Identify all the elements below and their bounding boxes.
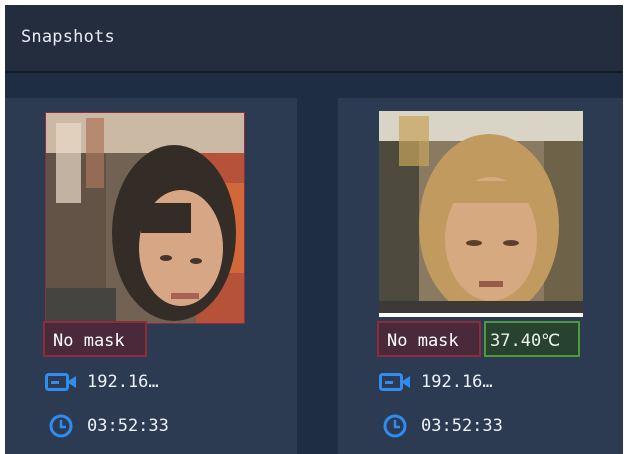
clock-icon xyxy=(45,413,77,439)
timestamp-row: 03:52:33 xyxy=(45,413,169,439)
panel-title: Snapshots xyxy=(21,27,115,47)
temperature-badge: 37.40℃ xyxy=(484,321,580,357)
snapshot-card[interactable]: No mask 192.16… 03:52:33 xyxy=(5,98,297,454)
snapshot-card[interactable]: No mask 37.40℃ 192.16… 03:52:33 xyxy=(338,98,623,454)
camera-ip-row: 192.16… xyxy=(379,369,493,395)
camera-ip-row: 192.16… xyxy=(45,369,159,395)
camera-icon xyxy=(379,369,411,395)
camera-ip: 192.16… xyxy=(421,372,493,392)
snapshot-list[interactable]: No mask 192.16… 03:52:33 No mask 37.40℃ … xyxy=(5,73,623,454)
camera-icon xyxy=(45,369,77,395)
snapshot-time: 03:52:33 xyxy=(87,416,169,436)
panel-header: Snapshots xyxy=(5,5,623,73)
snapshots-panel: Snapshots No mask 192.16… 03:52:33 No ma… xyxy=(5,5,623,454)
no-mask-badge: No mask xyxy=(43,321,147,357)
face-photo-1 xyxy=(46,113,244,323)
face-photo-2 xyxy=(379,111,583,317)
snapshot-image[interactable] xyxy=(45,112,245,324)
clock-icon xyxy=(379,413,411,439)
snapshot-image[interactable] xyxy=(379,111,583,317)
camera-ip: 192.16… xyxy=(87,372,159,392)
timestamp-row: 03:52:33 xyxy=(379,413,503,439)
no-mask-badge: No mask xyxy=(377,321,481,357)
snapshot-time: 03:52:33 xyxy=(421,416,503,436)
